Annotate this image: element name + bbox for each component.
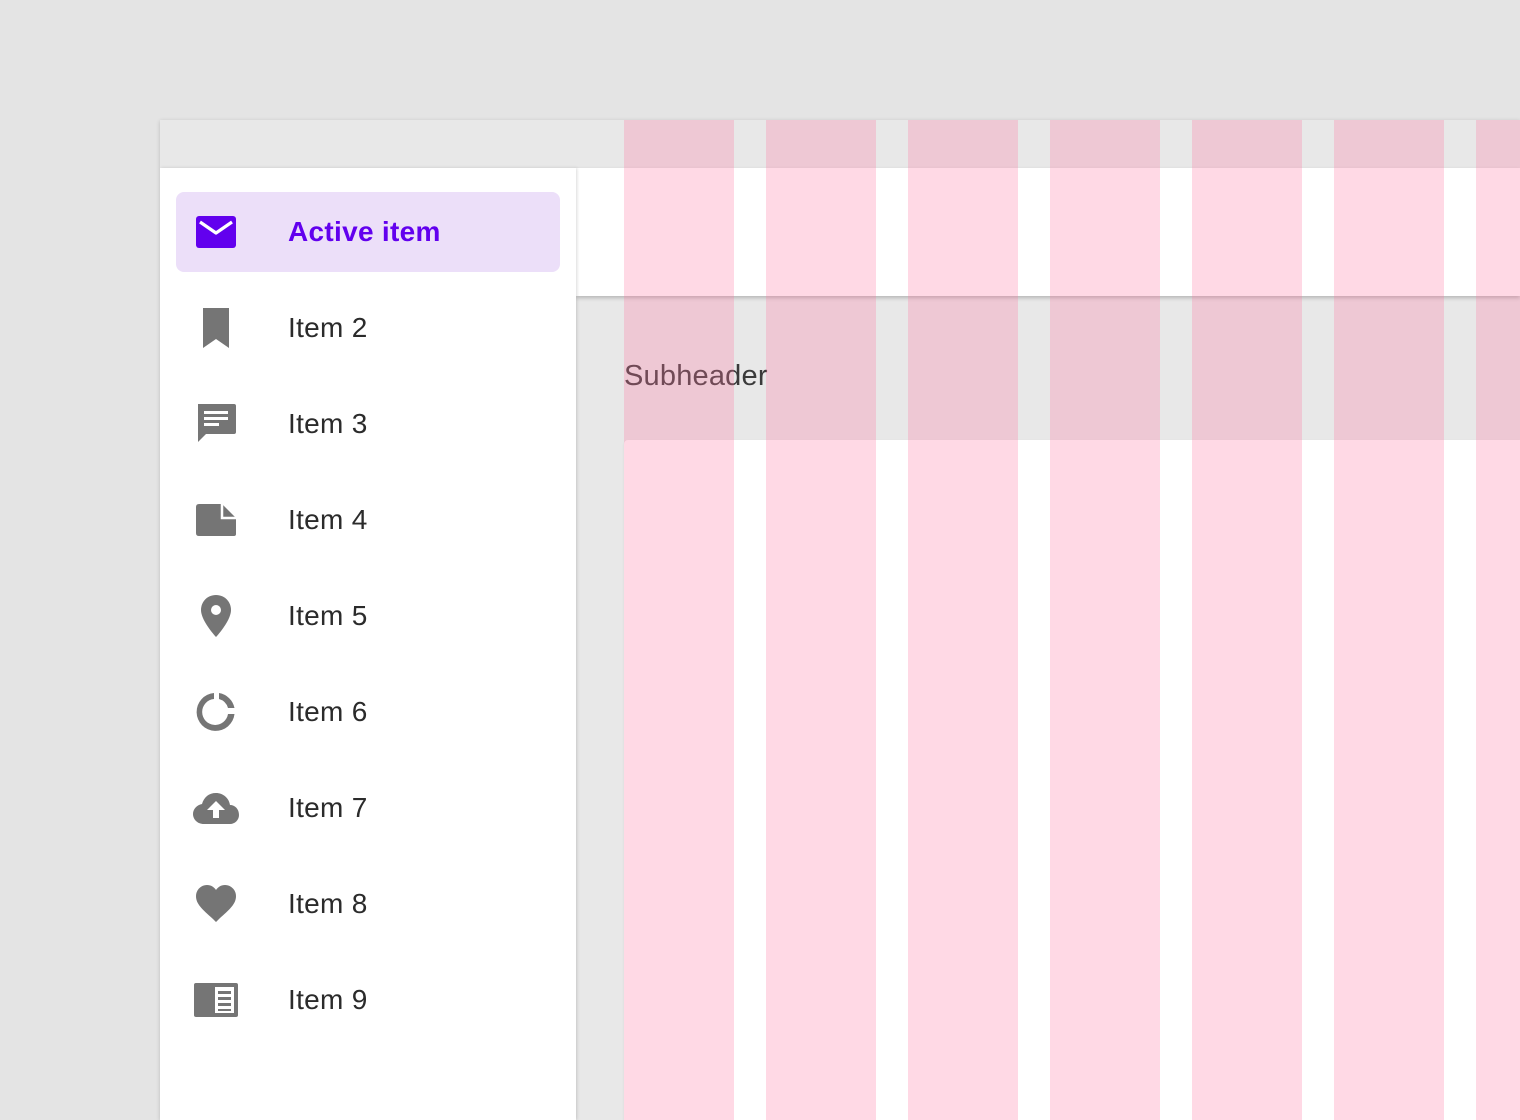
status-bar <box>160 120 1520 168</box>
chat-message-icon <box>192 404 240 444</box>
nav-item-label: Item 5 <box>288 600 368 631</box>
content-card <box>624 440 1520 1120</box>
top-app-bar <box>576 168 1520 296</box>
mail-icon <box>192 212 240 252</box>
nav-item-label: Item 8 <box>288 888 368 919</box>
navigation-drawer: Active item Item 2 Item 3 Item 4 Item 5 <box>160 168 576 1120</box>
donut-chart-icon <box>192 692 240 732</box>
cloud-upload-icon <box>192 788 240 828</box>
nav-item-label: Active item <box>288 216 441 247</box>
nav-item-2[interactable]: Item 2 <box>176 288 560 368</box>
nav-item-5[interactable]: Item 5 <box>176 576 560 656</box>
reader-icon <box>192 980 240 1020</box>
nav-item-6[interactable]: Item 6 <box>176 672 560 752</box>
nav-item-active[interactable]: Active item <box>176 192 560 272</box>
bookmark-icon <box>192 308 240 348</box>
nav-item-label: Item 4 <box>288 504 368 535</box>
subheader: Subheader <box>624 360 768 392</box>
location-pin-icon <box>192 595 240 637</box>
nav-item-label: Item 3 <box>288 408 368 439</box>
nav-item-label: Item 7 <box>288 792 368 823</box>
app-window: Subheader Active item Item 2 Item 3 Item… <box>160 120 1520 1120</box>
note-icon <box>192 500 240 540</box>
nav-item-label: Item 2 <box>288 312 368 343</box>
nav-item-4[interactable]: Item 4 <box>176 480 560 560</box>
nav-item-8[interactable]: Item 8 <box>176 864 560 944</box>
nav-item-7[interactable]: Item 7 <box>176 768 560 848</box>
nav-item-label: Item 9 <box>288 984 368 1015</box>
nav-item-9[interactable]: Item 9 <box>176 960 560 1040</box>
heart-icon <box>192 884 240 924</box>
nav-item-3[interactable]: Item 3 <box>176 384 560 464</box>
nav-item-label: Item 6 <box>288 696 368 727</box>
